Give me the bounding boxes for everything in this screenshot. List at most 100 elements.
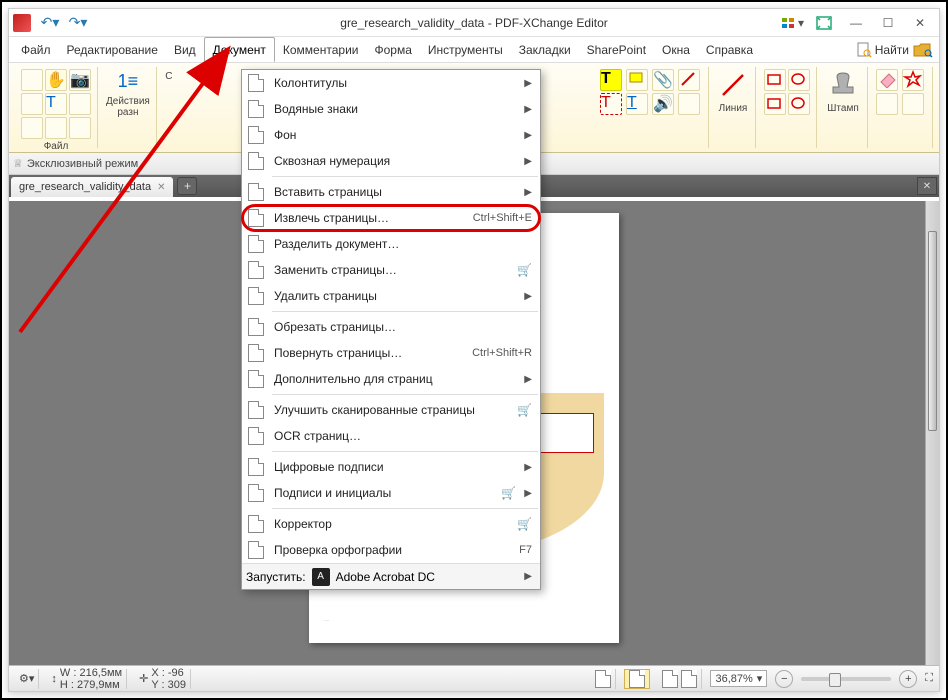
options-gear[interactable]: ⚙▾ [15, 669, 39, 689]
menu-item-5[interactable]: Вставить страницы▶ [242, 179, 540, 205]
page-icon [246, 286, 266, 306]
menu-item-7[interactable]: Разделить документ… [242, 231, 540, 257]
maximize-button[interactable]: ☐ [873, 12, 903, 34]
menu-bookmarks[interactable]: Закладки [511, 37, 579, 62]
tool4[interactable] [902, 93, 924, 115]
menu-item-3[interactable]: Сквозная нумерация▶ [242, 148, 540, 174]
menu-form[interactable]: Форма [366, 37, 419, 62]
menu-item-2[interactable]: Фон▶ [242, 122, 540, 148]
document-menu-dropdown: Колонтитулы▶Водяные знаки▶Фон▶Сквозная н… [241, 69, 541, 590]
callout-tool[interactable] [626, 69, 648, 91]
fullscreen-button[interactable] [809, 12, 839, 34]
redo-button[interactable]: ↷▾ [65, 12, 91, 34]
menu-file[interactable]: Файл [13, 37, 59, 62]
page-icon [246, 426, 266, 446]
menu-item-1[interactable]: Водяные знаки▶ [242, 96, 540, 122]
ribbon-group-stamp: Штамп [819, 67, 868, 148]
zoom-out[interactable]: − [775, 670, 793, 688]
rect-tool[interactable] [764, 69, 786, 91]
menu-item-0[interactable]: Колонтитулы▶ [242, 70, 540, 96]
menu-bar: Файл Редактирование Вид Документ Коммент… [9, 37, 939, 63]
folder-search-icon [913, 42, 933, 58]
page-icon [246, 151, 266, 171]
open-folder-button[interactable] [913, 42, 933, 58]
app-window: ↶▾ ↷▾ gre_research_validity_data - PDF-X… [8, 8, 940, 692]
menu-item-19[interactable]: Подписи и инициалы🛒▶ [242, 480, 540, 506]
ribbon-btn[interactable] [21, 69, 43, 91]
ribbon-group-actions: 1≡ Действия разн [100, 67, 157, 148]
menu-item-12[interactable]: Повернуть страницы…Ctrl+Shift+R [242, 340, 540, 366]
textbox-tool[interactable]: T [600, 93, 622, 115]
menu-help[interactable]: Справка [698, 37, 761, 62]
menu-windows[interactable]: Окна [654, 37, 698, 62]
ribbon-actions-btn[interactable]: 1≡ [116, 69, 141, 94]
cart-icon: 🛒 [517, 403, 532, 417]
cursor-pos: ✛ X : -96Y : 309 [135, 669, 191, 689]
ribbon-hand-tool[interactable]: ✋ [45, 69, 67, 91]
ribbon-btn[interactable] [45, 117, 67, 139]
page-icon [246, 234, 266, 254]
minimize-button[interactable]: — [841, 12, 871, 34]
underline-text[interactable]: T [626, 93, 648, 115]
launch-row[interactable]: Запустить: A Adobe Acrobat DC ▶ [242, 563, 540, 589]
sound-tool[interactable]: 🔊 [652, 93, 674, 115]
scrollbar-thumb[interactable] [928, 231, 937, 431]
close-all-tabs[interactable]: ✕ [917, 177, 937, 195]
zoom-slider[interactable] [801, 677, 891, 681]
ribbon-btn[interactable] [21, 93, 43, 115]
menu-item-21[interactable]: Корректор🛒 [242, 511, 540, 537]
menu-item-9[interactable]: Удалить страницы▶ [242, 283, 540, 309]
page-icon [246, 317, 266, 337]
menu-item-13[interactable]: Дополнительно для страниц▶ [242, 366, 540, 392]
zoom-in[interactable]: + [899, 670, 917, 688]
ribbon-btn[interactable] [21, 117, 43, 139]
ribbon-snapshot[interactable]: 📷 [69, 69, 91, 91]
layout-two[interactable] [658, 669, 702, 689]
tab-close-icon[interactable]: ✕ [157, 182, 165, 193]
menu-sharepoint[interactable]: SharePoint [579, 37, 654, 62]
find-tool[interactable]: Найти [856, 42, 909, 58]
ribbon-text-tool[interactable]: T [45, 93, 67, 115]
menu-document[interactable]: Документ [204, 37, 275, 62]
status-bar: ⚙▾ ↕ W : 216,5ммH : 279,9мм ✛ X : -96Y :… [9, 665, 939, 691]
chevron-right-icon: ▶ [524, 156, 532, 167]
ribbon-btn[interactable] [69, 93, 91, 115]
menu-item-15[interactable]: Улучшить сканированные страницы🛒 [242, 397, 540, 423]
menu-item-8[interactable]: Заменить страницы…🛒 [242, 257, 540, 283]
layout-single[interactable] [591, 669, 616, 689]
tool3[interactable] [876, 93, 898, 115]
line-arrow-tool[interactable] [678, 69, 700, 91]
undo-button[interactable]: ↶▾ [37, 12, 63, 34]
document-tab[interactable]: gre_research_validity_data ✕ [11, 177, 173, 197]
oval-tool2[interactable] [788, 93, 810, 115]
title-bar: ↶▾ ↷▾ gre_research_validity_data - PDF-X… [9, 9, 939, 37]
line-tool2[interactable] [678, 93, 700, 115]
highlight-tool[interactable]: T [600, 69, 622, 91]
menu-item-18[interactable]: Цифровые подписи▶ [242, 454, 540, 480]
new-tab-button[interactable]: + [177, 177, 197, 195]
menu-comments[interactable]: Комментарии [275, 37, 367, 62]
layout-continuous[interactable] [624, 669, 650, 689]
menu-item-16[interactable]: OCR страниц… [242, 423, 540, 449]
ui-options-button[interactable]: ▾ [777, 12, 807, 34]
app-icon [13, 14, 31, 32]
zoom-combo[interactable]: 36,87%▾ [710, 670, 767, 687]
stamp-button[interactable] [825, 69, 861, 101]
ribbon-btn[interactable] [69, 117, 91, 139]
vertical-scrollbar[interactable] [925, 201, 939, 665]
fit-page[interactable]: ⛶ [925, 672, 933, 685]
eraser-tool[interactable] [876, 69, 898, 91]
oval-tool[interactable] [788, 69, 810, 91]
close-button[interactable]: ✕ [905, 12, 935, 34]
rect-tool2[interactable] [764, 93, 786, 115]
menu-tools[interactable]: Инструменты [420, 37, 511, 62]
menu-item-22[interactable]: Проверка орфографииF7 [242, 537, 540, 563]
menu-edit[interactable]: Редактирование [59, 37, 166, 62]
attach-tool[interactable]: 📎 [652, 69, 674, 91]
menu-item-6[interactable]: Извлечь страницы…Ctrl+Shift+E [242, 205, 540, 231]
menu-view[interactable]: Вид [166, 37, 204, 62]
menu-item-11[interactable]: Обрезать страницы… [242, 314, 540, 340]
crown-icon: ♕ [13, 157, 23, 170]
burst-tool[interactable] [902, 69, 924, 91]
line-button[interactable] [717, 69, 749, 101]
